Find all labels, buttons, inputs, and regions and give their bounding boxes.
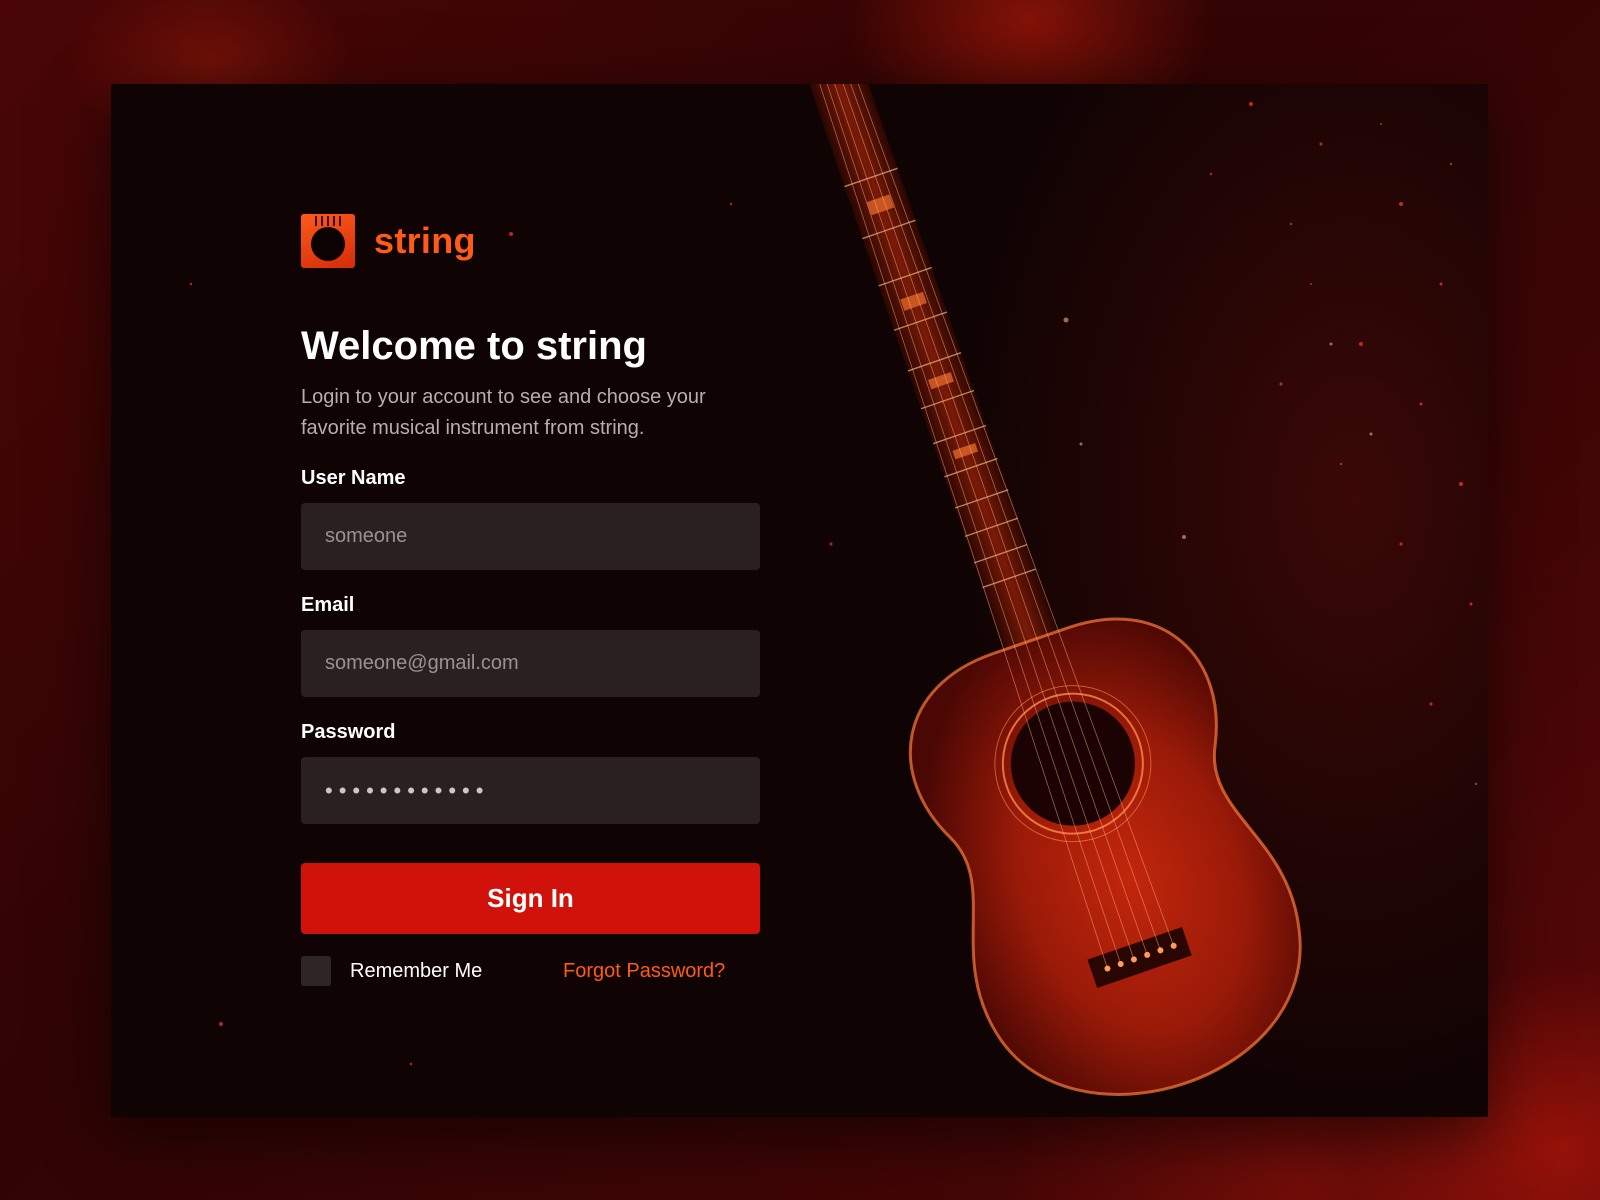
brand-logo[interactable]: string (301, 214, 476, 268)
email-label: Email (301, 594, 355, 616)
remember-me-label: Remember Me (350, 959, 483, 982)
email-input[interactable] (301, 630, 760, 697)
page-subtitle: Login to your account to see and choose … (301, 386, 706, 439)
password-label: Password (301, 721, 396, 743)
username-label: User Name (301, 467, 406, 489)
forgot-password-link[interactable]: Forgot Password? (563, 960, 725, 983)
username-input[interactable] (301, 503, 760, 570)
password-input[interactable] (301, 757, 760, 824)
sign-in-button[interactable]: Sign In (301, 863, 760, 934)
guitar-soundhole-icon (301, 214, 355, 268)
login-card: string Welcome to string Login to your a… (111, 84, 1488, 1117)
page-title: Welcome to string (301, 324, 647, 368)
remember-me-toggle[interactable]: Remember Me (301, 956, 482, 986)
brand-name: string (374, 220, 476, 261)
remember-me-checkbox[interactable] (301, 956, 331, 986)
